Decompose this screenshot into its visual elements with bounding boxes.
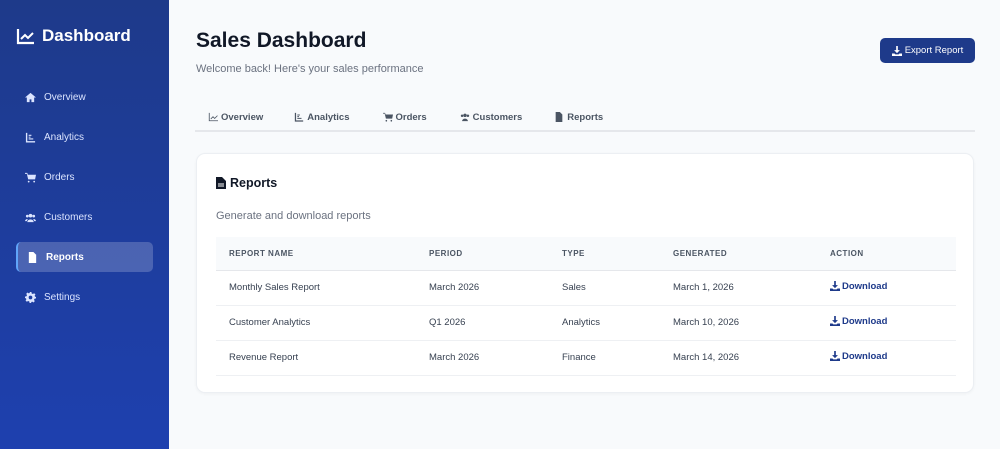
reports-table: REPORT NAME PERIOD TYPE GENERATED ACTION…	[216, 237, 956, 376]
tab-reports[interactable]: Reports	[535, 104, 616, 130]
table-row: Customer Analytics Q1 2026 Analytics March …	[216, 305, 956, 341]
download-label: Download	[842, 350, 888, 362]
cart-icon	[25, 172, 36, 183]
sidebar-item-label: Analytics	[44, 131, 85, 143]
tab-orders[interactable]: Orders	[363, 104, 440, 130]
tab-bar: Overview Analytics Orders Customers Repo…	[195, 104, 975, 132]
sidebar-item-reports[interactable]: Reports	[16, 242, 153, 272]
column-header: ACTION	[817, 237, 956, 271]
sidebar-item-customers[interactable]: Customers	[16, 202, 153, 232]
card-subtitle: Generate and download reports	[216, 210, 371, 222]
download-label: Download	[842, 315, 888, 327]
download-link[interactable]: Download	[830, 351, 887, 362]
table-row: Revenue Report March 2026 Finance March 14,…	[216, 340, 956, 376]
sidebar-item-label: Settings	[44, 291, 81, 303]
tab-label: Overview	[221, 111, 264, 123]
chart-bar-icon	[25, 132, 36, 143]
home-icon	[25, 92, 36, 102]
cell-action: Download	[817, 340, 956, 376]
brand-label: Dashboard	[42, 26, 131, 45]
cell-type: Finance	[549, 340, 660, 376]
tab-customers[interactable]: Customers	[440, 104, 536, 130]
cell-period: March 2026	[416, 340, 549, 376]
sidebar-item-settings[interactable]: Settings	[16, 282, 153, 312]
download-label: Download	[842, 280, 888, 292]
download-icon	[830, 316, 840, 327]
cell-period: March 2026	[416, 270, 549, 306]
users-icon	[460, 113, 469, 122]
download-icon	[891, 45, 902, 56]
tab-label: Orders	[395, 111, 427, 123]
file-icon	[555, 112, 563, 122]
cell-type: Sales	[549, 270, 660, 306]
column-header: REPORT NAME	[216, 237, 416, 271]
export-report-label: Export Report	[904, 45, 964, 56]
tab-label: Analytics	[307, 111, 350, 123]
sidebar-item-orders[interactable]: Orders	[16, 162, 153, 192]
tab-label: Customers	[472, 111, 523, 123]
users-icon	[25, 213, 36, 222]
sidebar-item-label: Customers	[44, 211, 93, 223]
cell-generated: March 14, 2026	[660, 340, 817, 376]
column-header: GENERATED	[660, 237, 817, 271]
page-subtitle: Welcome back! Here's your sales performa…	[196, 63, 424, 75]
tab-overview[interactable]: Overview	[195, 104, 276, 130]
cell-period: Q1 2026	[416, 305, 549, 341]
cell-name: Revenue Report	[216, 340, 416, 376]
sidebar-item-analytics[interactable]: Analytics	[16, 122, 153, 152]
tab-analytics[interactable]: Analytics	[276, 104, 362, 130]
sidebar-item-label: Orders	[44, 171, 75, 183]
download-icon	[830, 351, 840, 362]
download-icon	[830, 281, 840, 292]
file-icon	[28, 251, 37, 263]
card-title: Reports	[216, 176, 277, 190]
column-header: PERIOD	[416, 237, 549, 271]
sidebar-item-label: Overview	[44, 91, 86, 103]
sidebar: Dashboard Overview Analytics Orders Cust…	[0, 0, 169, 449]
cell-type: Analytics	[549, 305, 660, 341]
cell-action: Download	[817, 270, 956, 306]
gear-icon	[25, 291, 36, 303]
cell-name: Customer Analytics	[216, 305, 416, 341]
chart-line-icon	[16, 28, 34, 44]
download-link[interactable]: Download	[830, 281, 887, 292]
cell-generated: March 10, 2026	[660, 305, 817, 341]
sidebar-item-overview[interactable]: Overview	[16, 82, 153, 112]
reports-card: Reports Generate and download reports RE…	[196, 153, 974, 393]
table-row: Monthly Sales Report March 2026 Sales March…	[216, 270, 956, 306]
brand[interactable]: Dashboard	[16, 26, 131, 46]
file-icon	[216, 177, 226, 189]
chart-bar-icon	[295, 112, 304, 122]
cart-icon	[382, 112, 393, 122]
cell-action: Download	[817, 305, 956, 341]
tab-label: Reports	[567, 111, 604, 123]
column-header: TYPE	[549, 237, 660, 271]
cell-name: Monthly Sales Report	[216, 270, 416, 306]
page-title: Sales Dashboard	[196, 29, 367, 52]
chart-line-icon	[208, 112, 218, 122]
download-link[interactable]: Download	[830, 316, 887, 327]
export-report-button[interactable]: Export Report	[880, 38, 975, 63]
card-title-label: Reports	[230, 176, 278, 190]
cell-generated: March 1, 2026	[660, 270, 817, 306]
sidebar-item-label: Reports	[46, 251, 84, 263]
